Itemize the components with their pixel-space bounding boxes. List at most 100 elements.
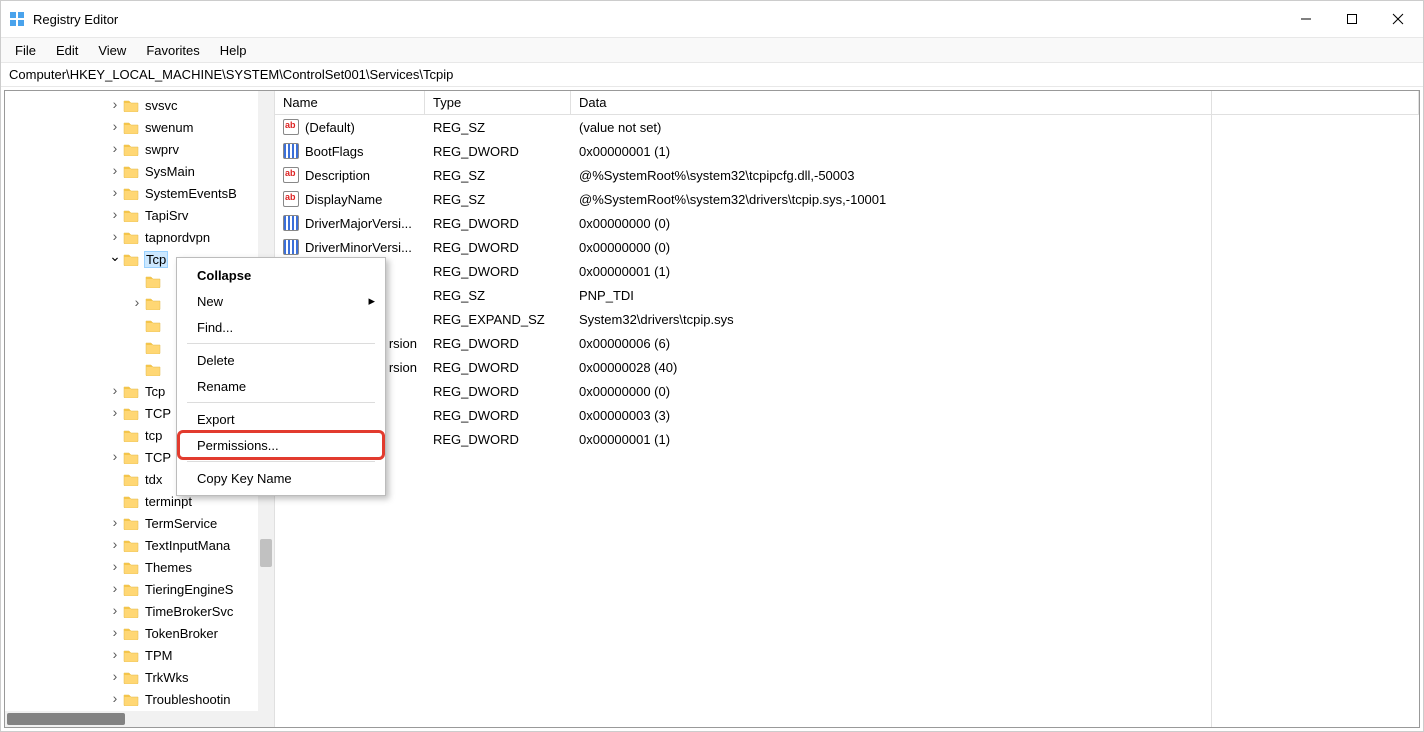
expand-chevron-icon[interactable] (107, 691, 123, 707)
value-name: (Default) (305, 120, 355, 135)
column-header-data[interactable]: Data (571, 91, 1419, 114)
folder-icon (123, 384, 139, 398)
value-row[interactable]: REG_EXPAND_SZSystem32\drivers\tcpip.sys (275, 307, 1419, 331)
context-menu-item[interactable]: Rename (179, 373, 383, 399)
context-menu: CollapseNew▸Find... Delete Rename ExportPer… (176, 257, 386, 496)
context-menu-item[interactable]: Collapse (179, 262, 383, 288)
context-menu-label: Rename (197, 379, 246, 394)
expand-chevron-icon[interactable] (107, 119, 123, 135)
tree-node[interactable]: svsvc (11, 94, 274, 116)
column-header-name[interactable]: Name (275, 91, 425, 114)
expand-chevron-icon[interactable] (107, 537, 123, 553)
value-row[interactable]: rsionREG_DWORD0x00000028 (40) (275, 355, 1419, 379)
tree-node[interactable]: TextInputMana (11, 534, 274, 556)
value-data: PNP_TDI (571, 288, 1419, 303)
expand-chevron-icon[interactable] (107, 251, 123, 267)
tree-node[interactable]: Themes (11, 556, 274, 578)
expand-chevron-icon[interactable] (107, 669, 123, 685)
expand-chevron-icon[interactable] (107, 515, 123, 531)
expand-chevron-icon[interactable] (107, 141, 123, 157)
folder-icon (123, 626, 139, 640)
column-divider[interactable] (1211, 91, 1212, 727)
value-name: rsion (389, 336, 417, 351)
context-menu-item[interactable]: Permissions... (179, 432, 383, 458)
value-row[interactable]: REG_DWORD0x00000003 (3) (275, 403, 1419, 427)
value-type: REG_DWORD (425, 216, 571, 231)
tree-node-label: TCP (145, 406, 171, 421)
window-title: Registry Editor (33, 12, 1283, 27)
tree-node-label: swenum (145, 120, 193, 135)
value-row[interactable]: (Default)REG_SZ(value not set) (275, 115, 1419, 139)
tree-node[interactable]: SysMain (11, 160, 274, 182)
expand-chevron-icon[interactable] (107, 449, 123, 465)
value-type: REG_DWORD (425, 360, 571, 375)
value-row[interactable]: REG_DWORD0x00000001 (1) (275, 259, 1419, 283)
values-list[interactable]: (Default)REG_SZ(value not set)BootFlagsR… (275, 115, 1419, 451)
expand-chevron-icon[interactable] (107, 647, 123, 663)
value-type: REG_SZ (425, 288, 571, 303)
tree-node[interactable]: swenum (11, 116, 274, 138)
value-row[interactable]: DriverMinorVersi...REG_DWORD0x00000000 (… (275, 235, 1419, 259)
tree-node-label: Themes (145, 560, 192, 575)
value-row[interactable]: REG_SZPNP_TDI (275, 283, 1419, 307)
tree-node[interactable]: swprv (11, 138, 274, 160)
menu-edit[interactable]: Edit (46, 41, 88, 60)
tree-node[interactable]: TrkWks (11, 666, 274, 688)
expand-chevron-icon[interactable] (107, 383, 123, 399)
menu-help[interactable]: Help (210, 41, 257, 60)
context-menu-item[interactable]: Copy Key Name (179, 465, 383, 491)
tree-node[interactable]: TPM (11, 644, 274, 666)
expand-chevron-icon[interactable] (107, 185, 123, 201)
address-bar[interactable]: Computer\HKEY_LOCAL_MACHINE\SYSTEM\Contr… (1, 63, 1423, 87)
titlebar: Registry Editor (1, 1, 1423, 37)
expand-chevron-icon[interactable] (107, 581, 123, 597)
tree-node[interactable]: TermService (11, 512, 274, 534)
tree-node-label: SystemEventsB (145, 186, 237, 201)
tree-node[interactable]: TokenBroker (11, 622, 274, 644)
menu-file[interactable]: File (5, 41, 46, 60)
context-menu-item[interactable]: New▸ (179, 288, 383, 314)
context-menu-item[interactable]: Find... (179, 314, 383, 340)
tree-node[interactable]: Troubleshootin (11, 688, 274, 710)
minimize-button[interactable] (1283, 1, 1329, 37)
value-row[interactable]: BootFlagsREG_DWORD0x00000001 (1) (275, 139, 1419, 163)
context-menu-item[interactable]: Export (179, 406, 383, 432)
maximize-button[interactable] (1329, 1, 1375, 37)
expand-chevron-icon[interactable] (107, 603, 123, 619)
context-menu-separator (187, 343, 375, 344)
expand-chevron-icon[interactable] (129, 295, 145, 311)
tree-horizontal-scrollbar[interactable] (5, 711, 258, 727)
column-header-type[interactable]: Type (425, 91, 571, 114)
value-row[interactable]: REG_DWORD0x00000000 (0) (275, 379, 1419, 403)
value-data: (value not set) (571, 120, 1419, 135)
expand-chevron-icon[interactable] (107, 163, 123, 179)
folder-icon (123, 538, 139, 552)
value-row[interactable]: REG_DWORD0x00000001 (1) (275, 427, 1419, 451)
menubar: File Edit View Favorites Help (1, 37, 1423, 63)
expand-chevron-icon[interactable] (107, 625, 123, 641)
menu-view[interactable]: View (88, 41, 136, 60)
value-row[interactable]: DescriptionREG_SZ@%SystemRoot%\system32\… (275, 163, 1419, 187)
expand-chevron-icon[interactable] (107, 405, 123, 421)
tree-node[interactable]: TapiSrv (11, 204, 274, 226)
expand-chevron-icon[interactable] (107, 97, 123, 113)
tree-node[interactable]: tapnordvpn (11, 226, 274, 248)
menu-favorites[interactable]: Favorites (136, 41, 209, 60)
tree-node[interactable]: SystemEventsB (11, 182, 274, 204)
close-button[interactable] (1375, 1, 1421, 37)
value-row[interactable]: DriverMajorVersi...REG_DWORD0x00000000 (… (275, 211, 1419, 235)
context-menu-item[interactable]: Delete (179, 347, 383, 373)
tree-node-label: tcp (145, 428, 162, 443)
value-row[interactable]: rsionREG_DWORD0x00000006 (6) (275, 331, 1419, 355)
tree-node[interactable]: TimeBrokerSvc (11, 600, 274, 622)
value-data: 0x00000000 (0) (571, 384, 1419, 399)
string-value-icon (283, 167, 299, 183)
expand-chevron-icon[interactable] (107, 229, 123, 245)
expand-chevron-icon[interactable] (107, 207, 123, 223)
tree-node-label: TrkWks (145, 670, 189, 685)
value-data: 0x00000028 (40) (571, 360, 1419, 375)
value-row[interactable]: DisplayNameREG_SZ@%SystemRoot%\system32\… (275, 187, 1419, 211)
expand-chevron-icon[interactable] (107, 559, 123, 575)
tree-node-label: SysMain (145, 164, 195, 179)
tree-node[interactable]: TieringEngineS (11, 578, 274, 600)
